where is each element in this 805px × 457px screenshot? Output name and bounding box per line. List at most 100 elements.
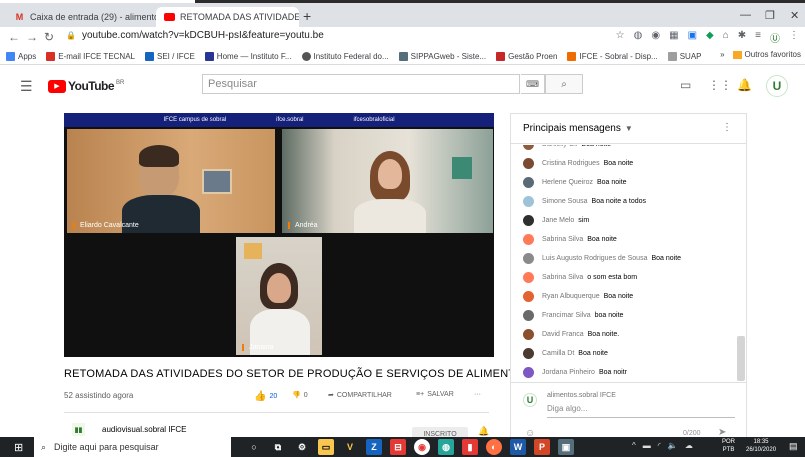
app-icon[interactable]: ◍ [438, 439, 454, 455]
app-icon[interactable]: ⊟ [390, 439, 406, 455]
keyboard-icon[interactable]: ⌨ [521, 74, 545, 94]
app-icon[interactable]: V [342, 439, 358, 455]
wifi-icon[interactable]: ◜ [658, 441, 661, 450]
tab-gmail[interactable]: M Caixa de entrada (29) - alimento ✕ [6, 7, 156, 27]
back-button[interactable]: ← [8, 30, 20, 44]
task-view-icon[interactable]: ⧉ [270, 439, 286, 455]
avatar[interactable]: U [766, 75, 788, 97]
chat-author[interactable]: Simone Sousa [542, 198, 588, 205]
forward-button[interactable]: → [26, 30, 38, 44]
chat-scrollbar[interactable] [737, 336, 745, 381]
dislike-button[interactable]: 👎 0 [292, 391, 308, 400]
channel-avatar[interactable]: ▮▮ [72, 423, 85, 436]
notification-bell-icon[interactable]: 🔔 [478, 426, 489, 437]
chat-avatar[interactable] [523, 176, 534, 188]
bookmark-sei[interactable]: SEI / IFCE [145, 51, 195, 61]
cloud-icon[interactable]: ☁ [685, 441, 693, 450]
chat-avatar[interactable] [523, 309, 534, 321]
maximize-button[interactable]: ❐ [765, 9, 775, 22]
extension-icon[interactable]: ◉ [651, 30, 660, 45]
search-button[interactable]: ⌕ [545, 74, 583, 94]
chat-author[interactable]: Camilla Dt [542, 350, 574, 357]
youtube-logo[interactable]: ▶ YouTube BR [48, 79, 124, 93]
chat-avatar[interactable] [523, 157, 534, 169]
chat-avatar[interactable] [523, 233, 534, 245]
notification-center-icon[interactable]: ▤ [789, 441, 798, 452]
new-tab-button[interactable]: + [303, 8, 311, 24]
bookmark-ifce-sobral[interactable]: IFCE - Sobral - Disp... [567, 51, 658, 61]
more-icon[interactable]: ⋮ [722, 122, 732, 133]
chat-input[interactable]: Diga algo... [547, 404, 735, 418]
app-icon[interactable]: ▮ [462, 439, 478, 455]
video-player[interactable]: IFCE campus de sobral ifce.sobral ifceso… [64, 113, 494, 357]
tab-youtube[interactable]: RETOMADA DAS ATIVIDADE ✕ [156, 7, 299, 27]
save-button[interactable]: ≡+ SALVAR [416, 391, 454, 398]
close-window-button[interactable]: ✕ [790, 9, 799, 22]
like-button[interactable]: 👍 20 [254, 391, 277, 402]
language-indicator[interactable]: POR PTB [722, 438, 735, 454]
chat-avatar[interactable] [523, 145, 534, 150]
bookmark-home[interactable]: Home — Instituto F... [204, 51, 292, 61]
powerpoint-icon[interactable]: P [534, 439, 550, 455]
extension-icon[interactable]: ◆ [706, 30, 714, 45]
menu-icon[interactable]: ☰ [20, 78, 33, 95]
url-field[interactable]: 🔒 youtube.com/watch?v=kDCBUH-psI&feature… [66, 30, 324, 41]
share-button[interactable]: ➦ COMPARTILHAR [328, 391, 392, 400]
chevron-up-icon[interactable]: ^ [632, 441, 636, 450]
chat-avatar[interactable] [523, 366, 534, 378]
search-input[interactable]: Pesquisar [202, 74, 520, 94]
playlist-icon[interactable]: ≡ [755, 30, 761, 45]
puzzle-icon[interactable]: ✱ [738, 30, 746, 45]
extension-icon[interactable]: ◍ [634, 30, 643, 45]
bookmark-proen[interactable]: Gestão Proen [496, 51, 557, 61]
bookmark-sippag[interactable]: SIPPAGweb - Siste... [398, 51, 486, 61]
more-actions-button[interactable]: ··· [474, 391, 481, 398]
chat-author[interactable]: Jane Melo [542, 217, 574, 224]
star-icon[interactable]: ☆ [616, 30, 625, 45]
extension-icon[interactable]: ▣ [688, 30, 697, 45]
chat-author[interactable]: Herlene Queiroz [542, 179, 593, 186]
chat-avatar[interactable] [523, 347, 534, 359]
chat-author[interactable]: Sabrina Silva [542, 274, 583, 281]
chat-author[interactable]: Luis Augusto Rodrigues de Sousa [542, 255, 647, 262]
bookmark-email[interactable]: E-mail IFCE TECNAL [46, 51, 135, 61]
profile-icon[interactable]: Ⓤ [770, 30, 780, 45]
app-icon[interactable]: ▣ [558, 439, 574, 455]
chat-author[interactable]: Francimar Silva [542, 312, 591, 319]
taskbar-clock[interactable]: 18:35 26/10/2020 [746, 438, 776, 454]
chat-author[interactable]: Danielly Gil [542, 145, 577, 148]
create-video-icon[interactable]: ▭ [680, 78, 691, 92]
extension-icon[interactable]: ▦ [669, 30, 678, 45]
chrome-icon[interactable]: ◉ [414, 439, 430, 455]
volume-icon[interactable]: 🔈 [668, 441, 678, 450]
chat-avatar[interactable] [523, 290, 534, 302]
more-icon[interactable]: ⋮ [789, 30, 799, 45]
chat-avatar[interactable] [523, 252, 534, 264]
network-icon[interactable]: ▬ [643, 441, 651, 450]
chat-avatar[interactable] [523, 195, 534, 207]
other-bookmarks[interactable]: » Outros favoritos [720, 50, 801, 59]
chat-author[interactable]: Sabrina Silva [542, 236, 583, 243]
chat-avatar[interactable] [523, 271, 534, 283]
channel-name[interactable]: audiovisual.sobral IFCE [102, 425, 186, 434]
bookmark-instituto[interactable]: Instituto Federal do... [301, 51, 389, 61]
minimize-button[interactable]: — [740, 9, 751, 21]
file-explorer-icon[interactable]: ▭ [318, 439, 334, 455]
chat-avatar[interactable] [523, 328, 534, 340]
word-icon[interactable]: W [510, 439, 526, 455]
chat-header[interactable]: Principais mensagens ▼ ⋮ [511, 114, 746, 144]
apps-grid-icon[interactable]: ⋮⋮ [708, 78, 732, 92]
task-view-icon[interactable]: ○ [246, 439, 262, 455]
app-icon[interactable]: Z [366, 439, 382, 455]
app-icon[interactable]: ⚙ [294, 439, 310, 455]
bookmark-suap[interactable]: SUAP [667, 51, 702, 61]
taskbar-search-input[interactable]: ⌕ Digite aqui para pesquisar [34, 437, 231, 457]
extension-icon[interactable]: ⌂ [723, 30, 729, 45]
chat-author[interactable]: David Franca [542, 331, 584, 338]
windows-start-icon[interactable]: ⊞ [14, 441, 23, 454]
firefox-icon[interactable]: ◐ [486, 439, 502, 455]
bookmark-apps[interactable]: Apps [6, 51, 36, 61]
chat-author[interactable]: Jordana Pinheiro [542, 369, 595, 376]
reload-button[interactable]: ↻ [44, 30, 54, 44]
chat-author[interactable]: Cristina Rodrigues [542, 160, 600, 167]
